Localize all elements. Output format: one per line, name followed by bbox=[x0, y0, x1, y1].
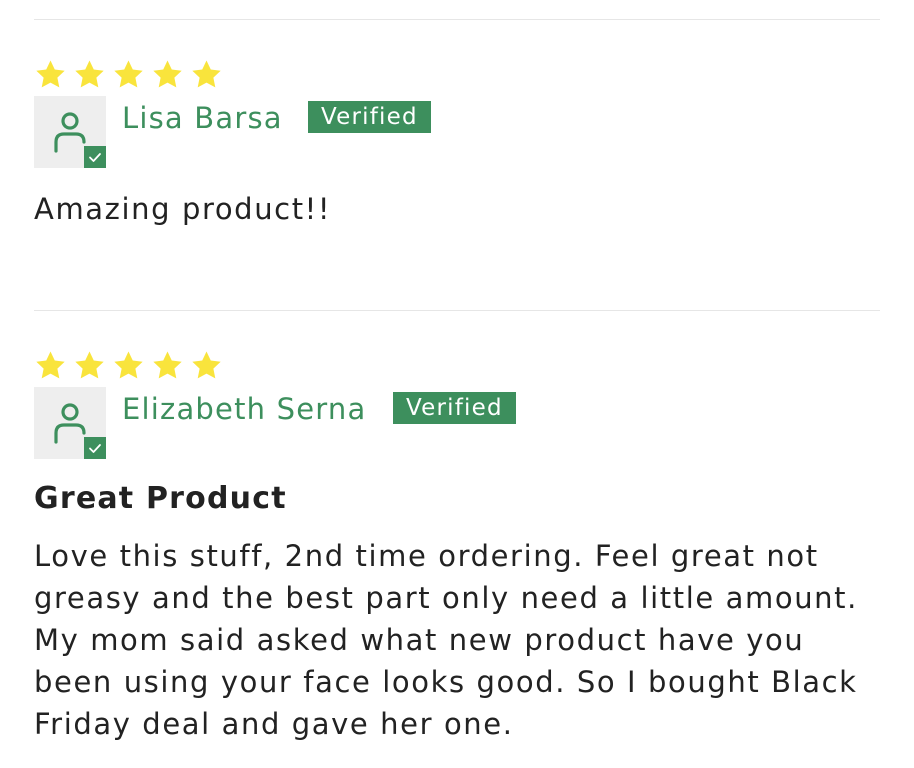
review-divider bbox=[34, 19, 880, 20]
review-author-row: Lisa Barsa Verified bbox=[34, 96, 880, 168]
reviewer-name: Lisa Barsa bbox=[122, 101, 283, 135]
star-rating bbox=[34, 349, 880, 382]
user-icon bbox=[54, 403, 86, 444]
star-icon bbox=[36, 60, 65, 88]
review-divider bbox=[34, 310, 880, 311]
review-item: Lisa Barsa Verified Amazing product!! bbox=[34, 58, 880, 230]
verified-badge: Verified bbox=[393, 392, 516, 424]
review-body: Amazing product!! bbox=[34, 192, 332, 226]
star-icon bbox=[192, 60, 221, 88]
reviewer-name: Elizabeth Serna bbox=[122, 392, 367, 426]
verified-check-badge bbox=[84, 146, 106, 168]
avatar bbox=[34, 96, 106, 168]
star-icon bbox=[153, 60, 182, 88]
star-icon bbox=[75, 60, 104, 88]
star-icon bbox=[192, 351, 221, 379]
avatar bbox=[34, 387, 106, 459]
check-icon bbox=[89, 444, 101, 453]
star-icon bbox=[114, 351, 143, 379]
star-icon bbox=[75, 351, 104, 379]
review-author-row: Elizabeth Serna Verified bbox=[34, 387, 880, 459]
verified-badge: Verified bbox=[308, 101, 431, 133]
review-item: Elizabeth Serna Verified Great Product L… bbox=[34, 349, 880, 745]
check-icon bbox=[89, 153, 101, 162]
review-body: Love this stuff, 2nd time ordering. Feel… bbox=[34, 539, 858, 741]
review-title: Great Product bbox=[34, 481, 287, 516]
star-icon bbox=[36, 351, 65, 379]
star-icon bbox=[114, 60, 143, 88]
user-icon bbox=[54, 112, 86, 153]
star-rating bbox=[34, 58, 880, 91]
verified-check-badge bbox=[84, 437, 106, 459]
star-icon bbox=[153, 351, 182, 379]
